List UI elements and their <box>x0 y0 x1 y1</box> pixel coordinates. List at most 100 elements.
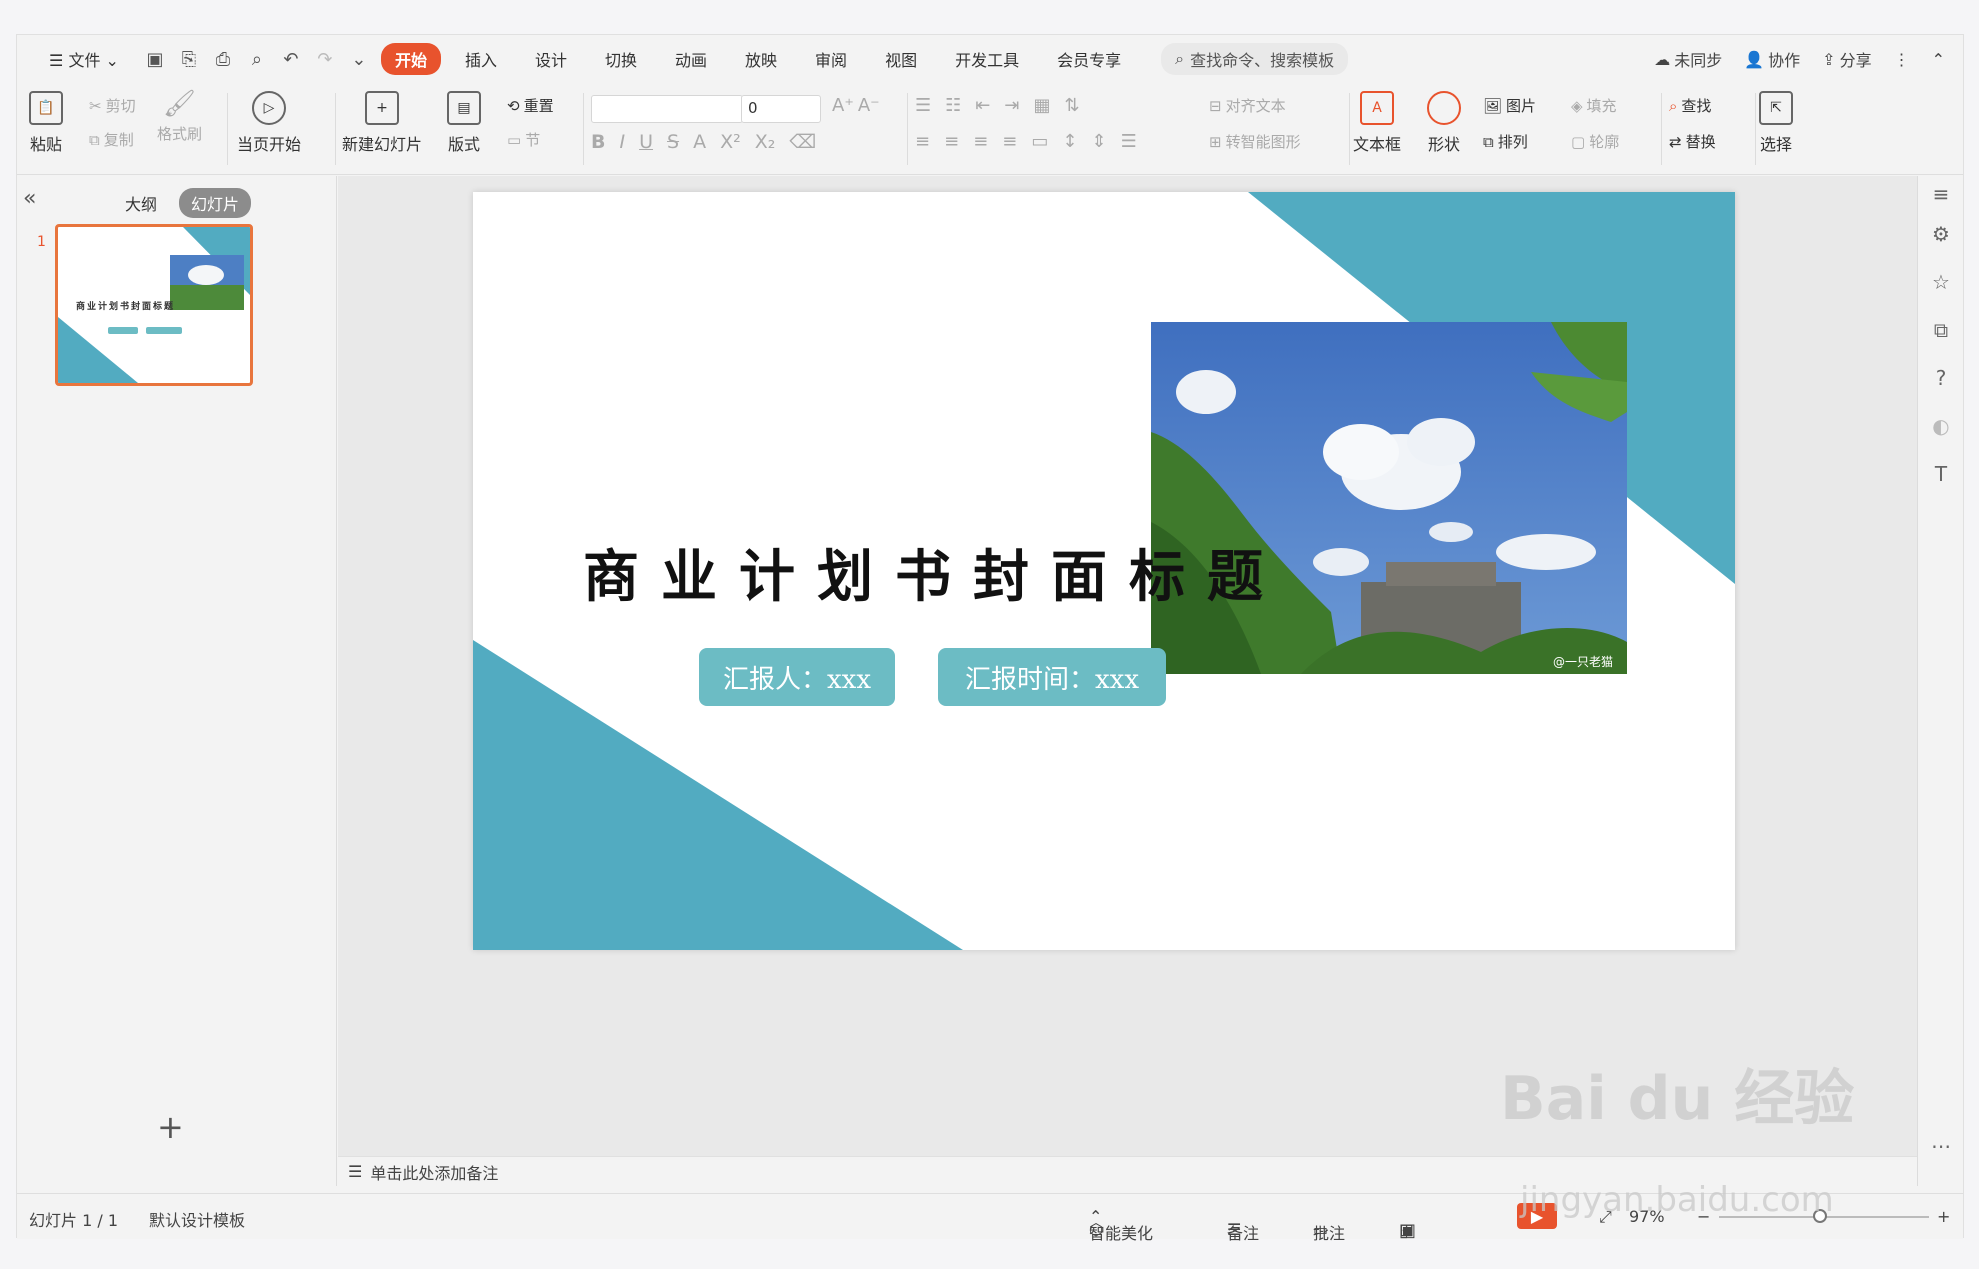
line-spacing-icon[interactable]: ↕ <box>1062 131 1077 152</box>
clipboard-icon: 📋 <box>29 91 63 125</box>
help-icon[interactable]: ? <box>1929 366 1953 390</box>
format-painter-button[interactable]: 🖌 格式刷 <box>157 89 202 144</box>
file-menu[interactable]: ☰ 文件 ⌄ <box>35 43 133 75</box>
new-slide-button[interactable]: + 新建幻灯片 <box>342 91 422 155</box>
font-color-icon[interactable]: A <box>693 131 706 153</box>
print-icon[interactable]: ⎙ <box>211 47 235 71</box>
font-name-box[interactable] <box>591 95 743 123</box>
align-left-icon[interactable]: ≡ <box>915 131 930 152</box>
align-right-icon[interactable]: ≡ <box>973 131 988 152</box>
slide-thumbnail[interactable]: 商业计划书封面标题 <box>55 224 253 386</box>
slide[interactable]: @一只老猫 商业计划书封面标题 汇报人：xxx 汇报时间：xxx <box>473 192 1735 950</box>
share-button[interactable]: ⇪ 分享 <box>1822 47 1871 71</box>
zoom-in-icon[interactable]: + <box>1937 1207 1950 1226</box>
add-slide-icon[interactable]: + <box>157 1108 184 1146</box>
underline-icon[interactable]: U <box>639 131 653 153</box>
baidu-watermark-url: jingyan.baidu.com <box>1520 1180 1834 1220</box>
undo-icon[interactable]: ↶ <box>279 47 303 71</box>
find-button[interactable]: ⌕ 查找 <box>1669 95 1711 116</box>
smart-art-button[interactable]: ⊞ 转智能图形 <box>1209 131 1301 152</box>
tab-insert[interactable]: 插入 <box>451 43 511 75</box>
section-button[interactable]: ▭ 节 <box>507 129 540 150</box>
cut-button[interactable]: ✂ 剪切 <box>89 95 136 116</box>
select-button[interactable]: ⇱ 选择 <box>1759 91 1793 155</box>
reporter-label[interactable]: 汇报人：xxx <box>699 648 895 706</box>
bullet-list-icon[interactable]: ☰ <box>915 95 931 116</box>
shape-label: 形状 <box>1427 135 1460 154</box>
paragraph-spacing-icon[interactable]: ⇕ <box>1091 131 1106 152</box>
report-time-label[interactable]: 汇报时间：xxx <box>938 648 1166 706</box>
paste-button[interactable]: 📋 粘贴 <box>29 91 63 155</box>
tab-slides[interactable]: 幻灯片 <box>179 188 252 218</box>
tab-animations[interactable]: 动画 <box>661 43 721 75</box>
italic-icon[interactable]: I <box>619 131 625 153</box>
tab-member[interactable]: 会员专享 <box>1043 43 1135 75</box>
tab-slideshow[interactable]: 放映 <box>731 43 791 75</box>
redo-icon[interactable]: ↷ <box>313 47 337 71</box>
tab-review[interactable]: 审阅 <box>801 43 861 75</box>
arrange-button[interactable]: ⧉ 排列 <box>1483 131 1528 152</box>
increase-indent-icon[interactable]: ⇥ <box>1004 95 1019 116</box>
subscript-icon[interactable]: X₂ <box>755 131 776 153</box>
font-size-box[interactable]: 0 <box>741 95 821 123</box>
slides-icon[interactable]: ⧉ <box>1929 318 1953 342</box>
tab-developer[interactable]: 开发工具 <box>941 43 1033 75</box>
tab-transitions[interactable]: 切换 <box>591 43 651 75</box>
sync-status[interactable]: ☁ 未同步 <box>1654 47 1722 71</box>
menu-icon[interactable]: ≡ <box>1929 182 1953 206</box>
text-box-icon[interactable]: ▦ <box>1033 95 1050 116</box>
more-icon[interactable]: ⋮ <box>1894 50 1910 69</box>
command-search[interactable]: ⌕ 查找命令、搜索模板 <box>1161 43 1349 75</box>
fill-button[interactable]: ◈ 填充 <box>1571 95 1617 116</box>
tab-home[interactable]: 开始 <box>380 43 441 75</box>
arrange-icon: ⧉ <box>1483 132 1494 151</box>
star-icon[interactable]: ☆ <box>1929 270 1953 294</box>
sky-photo[interactable]: @一只老猫 <box>1151 322 1627 674</box>
more-options-icon[interactable]: ⋯ <box>1929 1134 1953 1158</box>
new-slide-icon: + <box>365 91 399 125</box>
reading-view-icon[interactable]: ▯ <box>1399 1220 1409 1241</box>
distribute-icon[interactable]: ▭ <box>1031 131 1048 152</box>
export-pdf-icon[interactable]: ⎘ <box>177 47 201 71</box>
strikethrough-icon[interactable]: S <box>667 131 679 153</box>
replace-button[interactable]: ⇄ 替换 <box>1669 131 1716 152</box>
align-text-button[interactable]: ⊟ 对齐文本 <box>1209 95 1286 116</box>
tab-design[interactable]: 设计 <box>521 43 581 75</box>
reset-button[interactable]: ⟲ 重置 <box>507 95 554 116</box>
decrease-indent-icon[interactable]: ⇤ <box>975 95 990 116</box>
collapse-ribbon-icon[interactable]: ⌃ <box>1932 50 1945 69</box>
font-style-row: B I U S A X² X₂ ⌫ <box>591 131 816 153</box>
outline-button[interactable]: ▢ 轮廓 <box>1571 131 1619 152</box>
collapse-panel-icon[interactable]: « <box>23 186 36 211</box>
paragraph-row-2: ≡ ≡ ≡ ≡ ▭ ↕ ⇕ ☰ <box>915 131 1137 152</box>
tab-outline[interactable]: 大纲 <box>113 188 169 218</box>
print-preview-icon[interactable]: ⌕ <box>245 47 269 71</box>
text-direction-icon[interactable]: ⇅ <box>1064 95 1079 116</box>
user-icon: 👤 <box>1744 49 1765 69</box>
superscript-icon[interactable]: X² <box>720 131 741 153</box>
align-center-icon[interactable]: ≡ <box>944 131 959 152</box>
save-icon[interactable]: ▣ <box>143 47 167 71</box>
numbered-list-icon[interactable]: ☷ <box>945 95 961 116</box>
picture-button[interactable]: 🖼 图片 <box>1483 95 1536 116</box>
copy-button[interactable]: ⧉ 复制 <box>89 129 134 150</box>
text-icon[interactable]: T <box>1929 462 1953 486</box>
layout-button[interactable]: ▤ 版式 <box>447 91 481 155</box>
beautify-button[interactable]: ⬡ 智能美化 ⌃ <box>1089 1207 1153 1243</box>
adjust-icon[interactable]: ⚙ <box>1929 222 1953 246</box>
columns-icon[interactable]: ☰ <box>1121 131 1137 152</box>
collab-button[interactable]: 👤 协作 <box>1744 47 1800 71</box>
bold-icon[interactable]: B <box>591 131 605 153</box>
play-from-current-button[interactable]: ▷ 当页开始 <box>237 91 301 155</box>
customize-toolbar-icon[interactable]: ⌄ <box>347 47 371 71</box>
clear-format-icon[interactable]: ⌫ <box>789 131 816 153</box>
lightbulb-icon[interactable]: ◐ <box>1929 414 1953 438</box>
template-name[interactable]: 默认设计模板 <box>149 1207 245 1231</box>
justify-icon[interactable]: ≡ <box>1002 131 1017 152</box>
replace-icon: ⇄ <box>1669 132 1682 151</box>
font-size-controls[interactable]: A⁺ A⁻ <box>832 95 880 116</box>
tab-view[interactable]: 视图 <box>871 43 931 75</box>
textbox-button[interactable]: A 文本框 <box>1353 91 1401 155</box>
shape-button[interactable]: 形状 <box>1427 91 1461 155</box>
slide-title[interactable]: 商业计划书封面标题 <box>583 532 1285 613</box>
